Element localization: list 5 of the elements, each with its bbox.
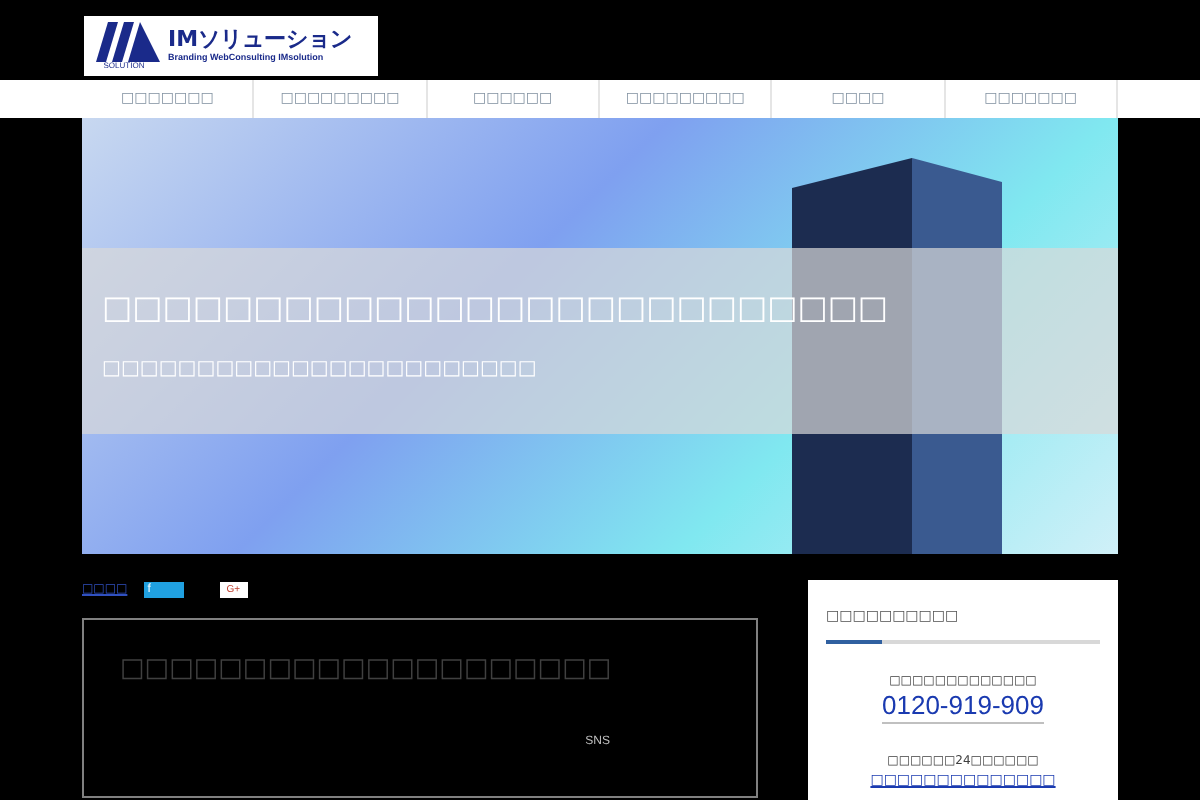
content-title: □□□□□□□□□□□□□□□□□□□□ (120, 656, 614, 682)
hero-headline: □□□□□□□□□□□□□□□□□□□□□□□□□□ (102, 292, 891, 324)
hero-subline: □□□□□□□□□□□□□□□□□□□□□□□ (102, 360, 539, 380)
logo-name: IMソリューション (168, 28, 353, 51)
phone-link[interactable]: 0120-919-909 (882, 689, 1044, 724)
